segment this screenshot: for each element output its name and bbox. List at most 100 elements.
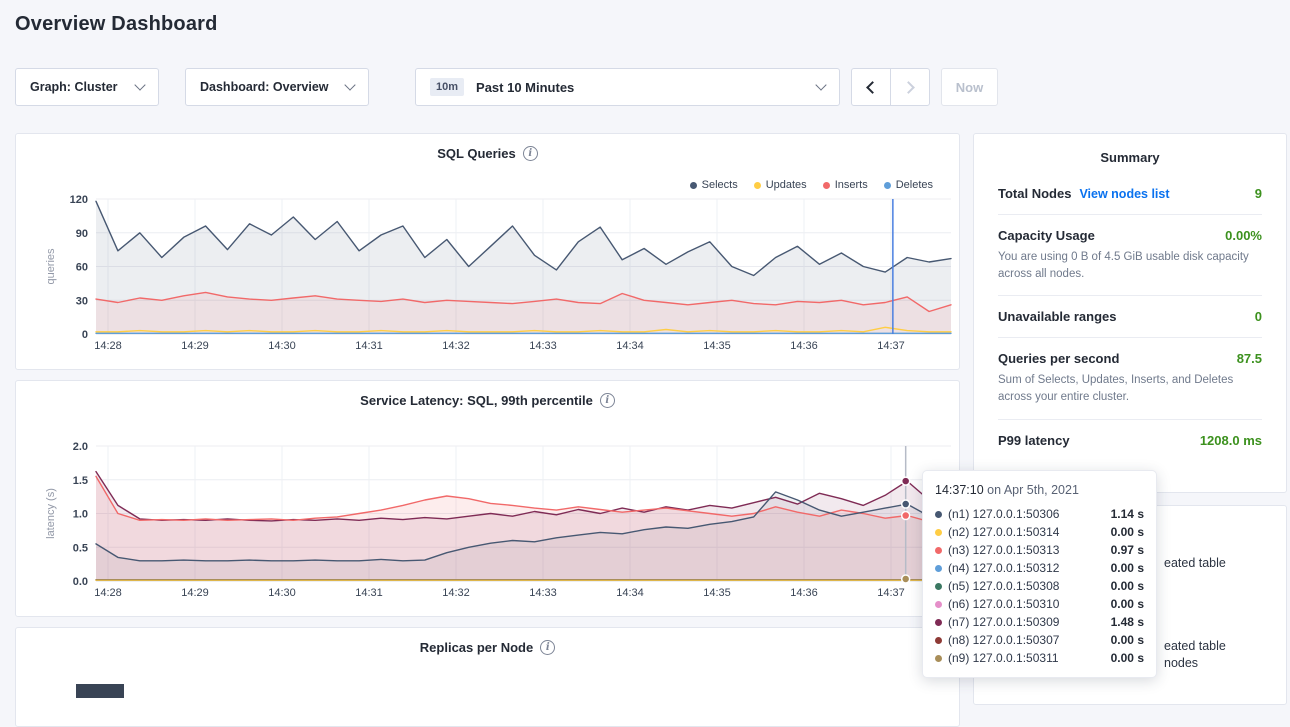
event-text-fragment: nodes: [1164, 656, 1198, 670]
graph-dropdown[interactable]: Graph: Cluster: [15, 68, 159, 106]
summary-row-value: 1208.0 ms: [1200, 433, 1262, 448]
summary-row-value: 87.5: [1237, 351, 1262, 366]
x-axis-tick-label: 14:29: [181, 587, 209, 599]
time-range-label: Past 10 Minutes: [476, 80, 574, 95]
legend-dot-icon: [823, 182, 830, 189]
y-axis-tick-label: 1.0: [73, 509, 88, 521]
summary-row-label: Unavailable ranges: [998, 309, 1117, 324]
summary-row-description: You are using 0 B of 4.5 GiB usable disk…: [998, 249, 1262, 282]
summary-row: Queries per second 87.5 Sum of Selects, Up…: [998, 337, 1262, 418]
legend-label: Deletes: [896, 179, 933, 191]
x-axis-tick-label: 14:32: [442, 587, 470, 599]
chevron-down-icon: [344, 79, 355, 90]
legend-dot-icon: [884, 182, 891, 189]
chart-tooltip: 14:37:10 on Apr 5th, 2021 (n1) 127.0.0.1…: [922, 470, 1157, 678]
summary-row: Total NodesView nodes list9: [998, 173, 1262, 214]
chevron-down-icon: [134, 79, 145, 90]
info-icon-glyph: i: [605, 395, 609, 406]
chart-canvas: 030609012014:2814:2914:3014:3114:3214:33…: [16, 192, 961, 357]
info-icon-glyph: i: [546, 642, 550, 653]
x-axis-tick-label: 14:35: [703, 587, 731, 599]
prev-time-button[interactable]: [851, 68, 891, 106]
y-axis-tick-label: 120: [70, 194, 88, 206]
info-icon[interactable]: i: [523, 146, 538, 161]
tooltip-timestamp: 14:37:10 on Apr 5th, 2021: [935, 483, 1144, 497]
now-button[interactable]: Now: [941, 68, 998, 106]
y-axis-title: queries: [45, 248, 57, 285]
summary-row-value: 0: [1255, 309, 1262, 324]
summary-row-description: Sum of Selects, Updates, Inserts, and De…: [998, 372, 1262, 405]
node-color-dot-icon: [935, 619, 942, 626]
tooltip-node-value: 0.00 s: [1111, 597, 1144, 611]
legend-dot-icon: [754, 182, 761, 189]
legend-item[interactable]: Inserts: [823, 179, 868, 191]
summary-row-head: Queries per second 87.5: [998, 351, 1262, 366]
tooltip-node-label: (n6) 127.0.0.1:50310: [948, 597, 1059, 611]
x-axis-tick-label: 14:29: [181, 340, 209, 352]
tooltip-row: (n1) 127.0.0.1:503061.14 s: [935, 505, 1144, 523]
tooltip-node-value: 1.14 s: [1111, 507, 1144, 521]
sql-queries-chart[interactable]: 030609012014:2814:2914:3014:3114:3214:33…: [16, 192, 961, 357]
view-nodes-list-link[interactable]: View nodes list: [1079, 187, 1169, 201]
info-icon[interactable]: i: [600, 393, 615, 408]
info-icon[interactable]: i: [540, 640, 555, 655]
legend-item[interactable]: Updates: [754, 179, 807, 191]
legend-label: Selects: [702, 179, 738, 191]
chart-title: SQL Queries i: [16, 146, 959, 161]
next-time-button[interactable]: [890, 68, 930, 106]
tooltip-time: 14:37:10: [935, 483, 984, 497]
tooltip-node-value: 0.00 s: [1111, 651, 1144, 665]
x-axis-tick-label: 14:35: [703, 340, 731, 352]
chart-canvas: 0.00.51.01.52.014:2814:2914:3014:3114:32…: [16, 439, 961, 604]
tooltip-node-label: (n5) 127.0.0.1:50308: [948, 579, 1059, 593]
tooltip-node-value: 0.00 s: [1111, 561, 1144, 575]
summary-row: Capacity Usage 0.00% You are using 0 B of …: [998, 214, 1262, 295]
legend-item[interactable]: Selects: [690, 179, 738, 191]
tooltip-row: (n8) 127.0.0.1:503070.00 s: [935, 631, 1144, 649]
time-range-dropdown[interactable]: 10m Past 10 Minutes: [415, 68, 840, 106]
summary-row-value: 0.00%: [1225, 228, 1262, 243]
summary-row-label: Queries per second: [998, 351, 1119, 366]
y-axis-tick-label: 90: [76, 228, 88, 240]
crosshair-dot: [902, 477, 910, 485]
summary-row-label: P99 latency: [998, 433, 1070, 448]
tooltip-node-label: (n3) 127.0.0.1:50313: [948, 543, 1059, 557]
tooltip-row: (n9) 127.0.0.1:503110.00 s: [935, 649, 1144, 667]
crosshair-dot: [902, 500, 910, 508]
tooltip-row: (n2) 127.0.0.1:503140.00 s: [935, 523, 1144, 541]
tooltip-node-label: (n7) 127.0.0.1:50309: [948, 615, 1059, 629]
tooltip-row: (n6) 127.0.0.1:50310 0.00 s: [935, 595, 1144, 613]
chevron-down-icon: [815, 79, 826, 90]
chart-title-text: Replicas per Node: [420, 640, 533, 655]
chart-title: Replicas per Node i: [16, 640, 959, 655]
legend-item[interactable]: Deletes: [884, 179, 933, 191]
dashboard-dropdown-label: Dashboard: Overview: [200, 80, 329, 94]
y-axis-tick-label: 30: [76, 295, 88, 307]
x-axis-tick-label: 14:33: [529, 587, 557, 599]
x-axis-tick-label: 14:36: [790, 587, 818, 599]
tooltip-node-label: (n2) 127.0.0.1:50314: [948, 525, 1059, 539]
summary-row-label: Capacity Usage: [998, 228, 1095, 243]
graph-dropdown-label: Graph: Cluster: [30, 80, 118, 94]
node-color-dot-icon: [935, 565, 942, 572]
node-color-dot-icon: [935, 637, 942, 644]
chart-title-text: Service Latency: SQL, 99th percentile: [360, 393, 593, 408]
tooltip-row: (n7) 127.0.0.1:503091.48 s: [935, 613, 1144, 631]
x-axis-tick-label: 14:28: [94, 340, 122, 352]
x-axis-tick-label: 14:31: [355, 587, 383, 599]
legend-label: Updates: [766, 179, 807, 191]
summary-row-head: Unavailable ranges 0: [998, 309, 1262, 324]
tooltip-row: (n5) 127.0.0.1:503080.00 s: [935, 577, 1144, 595]
summary-row: Unavailable ranges 0: [998, 295, 1262, 337]
tooltip-node-label: (n8) 127.0.0.1:50307: [948, 633, 1059, 647]
x-axis-tick-label: 14:36: [790, 340, 818, 352]
dashboard-dropdown[interactable]: Dashboard: Overview: [185, 68, 369, 106]
service-latency-chart[interactable]: 0.00.51.01.52.014:2814:2914:3014:3114:32…: [16, 439, 961, 604]
node-color-dot-icon: [935, 601, 942, 608]
info-icon-glyph: i: [528, 148, 532, 159]
y-axis-tick-label: 0: [82, 329, 88, 341]
x-axis-tick-label: 14:30: [268, 587, 296, 599]
y-axis-tick-label: 60: [76, 262, 88, 274]
replicas-chart-partial: [76, 684, 124, 698]
legend-dot-icon: [690, 182, 697, 189]
